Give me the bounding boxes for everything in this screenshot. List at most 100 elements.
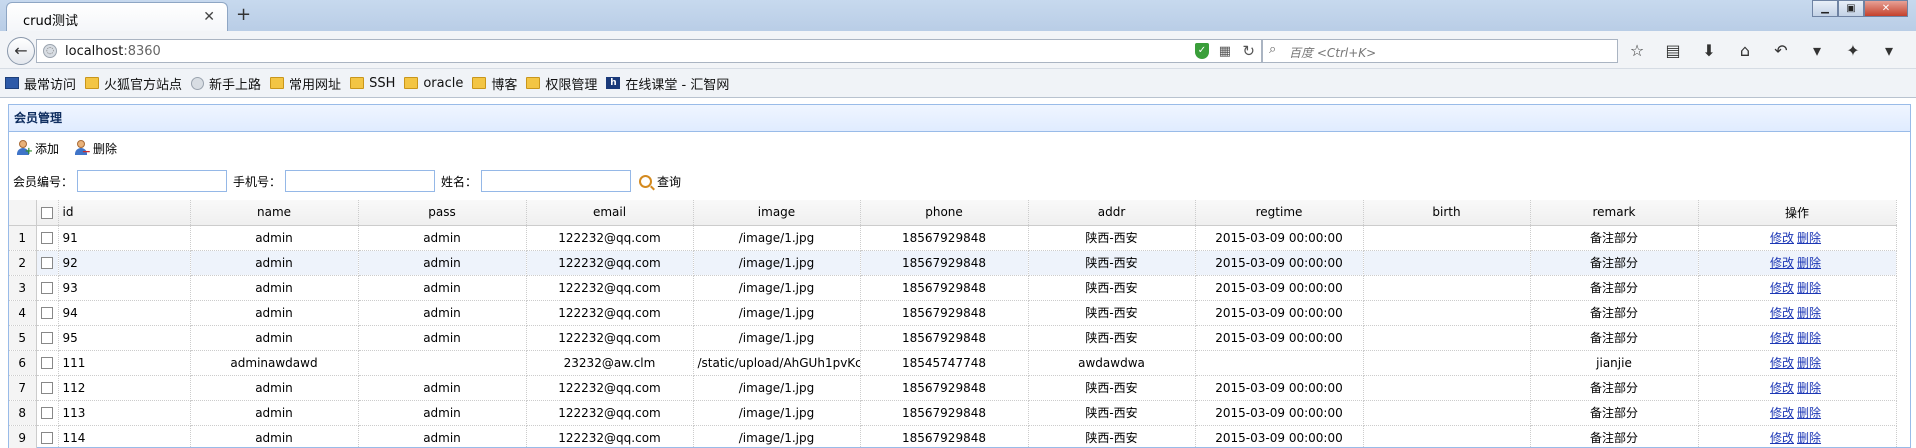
table-row[interactable]: 2 92 admin admin 122232@qq.com/image/1.jpg 18… (9, 250, 1897, 276)
delete-link[interactable]: 删除 (1797, 381, 1821, 395)
shield-icon[interactable]: ✓ (1195, 43, 1209, 59)
table-row[interactable]: 6 111 adminawdawd 23232@aw.clm/static/uploa… (9, 350, 1897, 376)
row-checkbox[interactable] (36, 325, 59, 351)
panel-title: 会员管理 (9, 105, 1910, 132)
row-checkbox[interactable] (36, 275, 59, 301)
window-close-button[interactable]: ✕ (1864, 0, 1908, 17)
add-button[interactable]: + 添加 (15, 140, 59, 157)
bookmark-item[interactable]: 新手上路 (191, 74, 261, 93)
search-bar[interactable]: ⌕ 百度 <Ctrl+K> (1262, 39, 1618, 63)
edit-link[interactable]: 修改 (1770, 381, 1794, 395)
row-number: 6 (9, 350, 37, 376)
reload-icon[interactable]: ↻ (1242, 42, 1255, 60)
globe-icon (191, 76, 205, 90)
row-checkbox[interactable] (36, 375, 59, 401)
bookmark-item[interactable]: 常用网址 (270, 74, 341, 93)
dropdown-icon[interactable]: ▾ (1806, 41, 1828, 60)
delete-link[interactable]: 删除 (1797, 331, 1821, 345)
cell-actions: 修改 删除 (1698, 275, 1897, 301)
table-row[interactable]: 3 93 admin admin 122232@qq.com/image/1.jpg 18… (9, 275, 1897, 301)
row-checkbox[interactable] (36, 250, 59, 276)
edit-link[interactable]: 修改 (1770, 431, 1794, 445)
home-icon[interactable]: ⌂ (1734, 41, 1756, 60)
table-header-row: id name pass email image phone addr regt… (9, 200, 1897, 226)
table-row[interactable]: 7 112 admin admin 122232@qq.com/image/1.jpg 1… (9, 375, 1897, 401)
column-header[interactable]: pass (358, 200, 527, 226)
delete-link[interactable]: 删除 (1797, 256, 1821, 270)
cell-birth (1363, 225, 1531, 251)
cell-actions: 修改 删除 (1698, 300, 1897, 326)
clipboard-icon[interactable]: ▤ (1662, 41, 1684, 60)
column-header[interactable]: remark (1530, 200, 1699, 226)
chevron-down-icon[interactable]: ▾ (1878, 41, 1900, 60)
cell-image: /image/1.jpg (693, 300, 861, 326)
cell-name: admin (190, 225, 359, 251)
edit-link[interactable]: 修改 (1770, 281, 1794, 295)
new-tab-button[interactable]: + (236, 4, 251, 25)
delete-link[interactable]: 删除 (1797, 431, 1821, 445)
cell-image: /image/1.jpg (693, 325, 861, 351)
column-header[interactable]: image (693, 200, 861, 226)
delete-link[interactable]: 删除 (1797, 231, 1821, 245)
column-header[interactable]: phone (860, 200, 1029, 226)
table-row[interactable]: 5 95 admin admin 122232@qq.com/image/1.jpg 18… (9, 325, 1897, 351)
folder-icon (526, 77, 541, 89)
cell-regtime: 2015-03-09 00:00:00 (1195, 400, 1364, 426)
column-header[interactable]: addr (1028, 200, 1196, 226)
bookmark-item[interactable]: oracle (404, 76, 463, 91)
column-header[interactable]: birth (1363, 200, 1531, 226)
address-bar[interactable]: ◌ localhost:8360 ✓ ▦ ↻ (36, 39, 1262, 63)
minimize-button[interactable]: ▁ (1812, 0, 1838, 17)
extension-icon[interactable]: ✦ (1842, 41, 1864, 60)
edit-link[interactable]: 修改 (1770, 306, 1794, 320)
edit-link[interactable]: 修改 (1770, 231, 1794, 245)
edit-link[interactable]: 修改 (1770, 356, 1794, 370)
site-info-icon[interactable]: ◌ (43, 44, 57, 58)
cell-name: admin (190, 375, 359, 401)
table-row[interactable]: 8 113 admin admin 122232@qq.com/image/1.jpg 1… (9, 400, 1897, 426)
delete-link[interactable]: 删除 (1797, 356, 1821, 370)
row-checkbox[interactable] (36, 400, 59, 426)
column-header[interactable]: name (190, 200, 359, 226)
bookmark-item[interactable]: 权限管理 (526, 74, 597, 93)
back-button[interactable]: ← (7, 37, 35, 65)
table-row[interactable]: 9 114 admin admin 122232@qq.com/image/1.jpg 1… (9, 425, 1897, 448)
download-icon[interactable]: ⬇ (1698, 41, 1720, 60)
name-input[interactable] (481, 170, 632, 192)
column-header[interactable]: id (58, 200, 191, 226)
star-icon[interactable]: ☆ (1626, 41, 1648, 60)
edit-link[interactable]: 修改 (1770, 331, 1794, 345)
edit-link[interactable]: 修改 (1770, 406, 1794, 420)
column-header[interactable]: 操作 (1698, 200, 1897, 226)
maximize-button[interactable]: ▣ (1838, 0, 1864, 17)
table-row[interactable]: 1 91 admin admin 122232@qq.com/image/1.jpg 18… (9, 225, 1897, 251)
phone-input[interactable] (285, 170, 436, 192)
bookmark-item[interactable]: 火狐官方站点 (85, 74, 182, 93)
bookmark-item[interactable]: SSH (350, 76, 395, 91)
edit-link[interactable]: 修改 (1770, 256, 1794, 270)
bookmark-item[interactable]: 博客 (472, 74, 517, 93)
table-row[interactable]: 4 94 admin admin 122232@qq.com/image/1.jpg 18… (9, 300, 1897, 326)
delete-button[interactable]: − 删除 (73, 140, 117, 157)
undo-icon[interactable]: ↶ (1770, 41, 1792, 60)
delete-link[interactable]: 删除 (1797, 281, 1821, 295)
member-id-input[interactable] (77, 170, 228, 192)
cell-phone: 18545747748 (860, 350, 1029, 376)
query-button[interactable]: 查询 (639, 173, 681, 190)
qr-code-icon[interactable]: ▦ (1219, 44, 1231, 59)
cell-pass: admin (358, 375, 527, 401)
row-checkbox[interactable] (36, 425, 59, 448)
bookmark-item[interactable]: 最常访问 (5, 74, 76, 93)
delete-link[interactable]: 删除 (1797, 306, 1821, 320)
search-placeholder: 百度 <Ctrl+K> (1289, 46, 1377, 60)
column-header[interactable]: email (526, 200, 694, 226)
select-all-checkbox[interactable] (36, 200, 59, 226)
row-checkbox[interactable] (36, 300, 59, 326)
row-checkbox[interactable] (36, 225, 59, 251)
browser-tab[interactable]: crud测试 ✕ (6, 2, 228, 32)
bookmark-item[interactable]: h 在线课堂 - 汇智网 (606, 74, 729, 93)
row-checkbox[interactable] (36, 350, 59, 376)
column-header[interactable]: regtime (1195, 200, 1364, 226)
close-tab-icon[interactable]: ✕ (203, 9, 215, 25)
delete-link[interactable]: 删除 (1797, 406, 1821, 420)
